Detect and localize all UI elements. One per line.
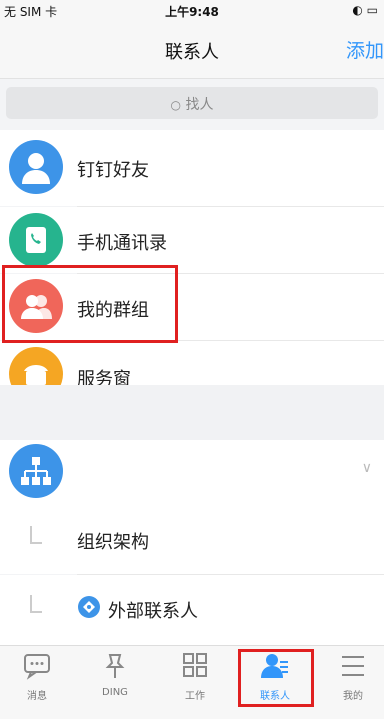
tab-label: 消息 (27, 691, 47, 702)
chevron-down-icon[interactable]: ∨ (362, 460, 372, 476)
status-time: 上午9:48 (165, 5, 219, 19)
add-button[interactable]: 添加 (346, 36, 384, 63)
row-label: 服务窗 (77, 369, 131, 385)
org-row[interactable]: ∨ (0, 440, 384, 504)
pin-icon (80, 652, 150, 686)
tab-ding[interactable]: DING (80, 646, 150, 706)
message-icon (2, 652, 72, 686)
external-contact-icon (78, 596, 100, 618)
tree-connector-icon (30, 595, 42, 613)
search-section: ○ 找人 (0, 79, 384, 129)
nav-bar: 联系人 添加 (0, 22, 384, 79)
tab-bar: 消息 DING 工作 联系人 我的 (0, 645, 384, 719)
org-tree-icon (9, 444, 63, 498)
tab-label: 工作 (185, 691, 205, 702)
highlight-box (2, 265, 178, 343)
tree-connector-icon (30, 526, 42, 544)
contacts-row-dingtalk-friends[interactable]: 钉钉好友 (0, 130, 384, 206)
row-label: 钉钉好友 (77, 160, 149, 181)
contacts-row-phonebook[interactable]: 手机通讯录 (0, 207, 384, 273)
service-window-icon (9, 347, 63, 385)
org-structure-item[interactable]: 组织架构 (0, 504, 384, 574)
tab-me[interactable]: 我的 (318, 646, 384, 706)
battery-icon: ◐ ▭ (352, 3, 378, 17)
section-gap (0, 385, 384, 440)
sub-item-label: 外部联系人 (108, 601, 198, 622)
phonebook-icon (9, 213, 63, 267)
tab-highlight-box (238, 649, 314, 707)
tab-label: 我的 (343, 691, 363, 702)
grid-icon (160, 652, 230, 686)
row-label: 手机通讯录 (77, 233, 167, 254)
person-icon (9, 140, 63, 194)
external-contacts-item[interactable]: 外部联系人 (0, 575, 384, 645)
tab-messages[interactable]: 消息 (2, 646, 72, 706)
search-icon: ○ (170, 98, 182, 112)
search-input[interactable]: ○ 找人 (6, 87, 378, 119)
search-placeholder: 找人 (185, 97, 214, 113)
tab-work[interactable]: 工作 (160, 646, 230, 706)
page-title: 联系人 (165, 42, 219, 63)
contacts-row-service-window[interactable]: 服务窗 (0, 341, 384, 385)
sub-item-label: 组织架构 (77, 532, 149, 553)
status-bar: 无 SIM 卡 上午9:48 ◐ ▭ (0, 0, 384, 22)
tab-label: DING (102, 687, 128, 698)
menu-icon (318, 652, 384, 686)
